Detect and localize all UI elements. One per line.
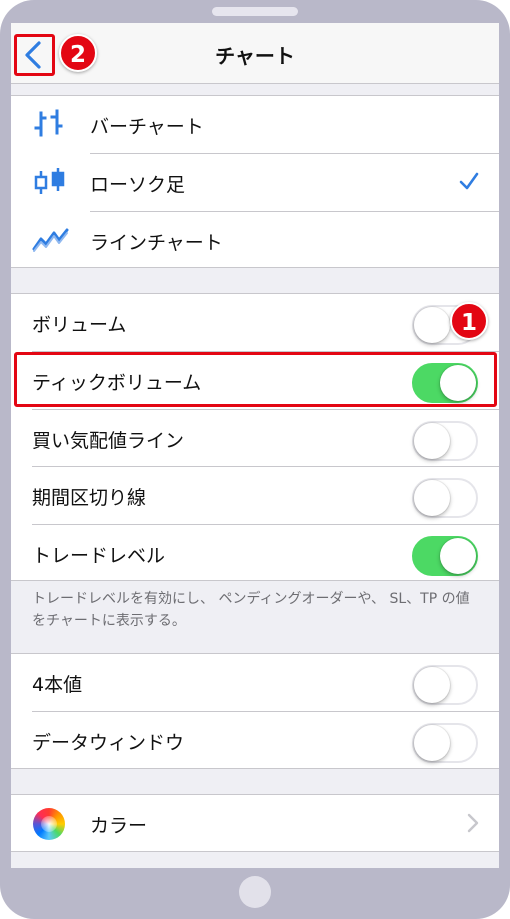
option-label: 期間区切り線 [32,487,147,509]
annotation-badge-1: 1 [450,302,488,340]
chart-type-item-bar[interactable]: バーチャート [11,96,499,153]
color-section: カラー [11,794,499,852]
color-label: カラー [90,815,148,837]
option-label: 買い気配値ライン [32,430,185,452]
data-window-toggle[interactable] [412,723,478,763]
option-row-period-separators[interactable]: 期間区切り線 [11,467,499,524]
ohlc-toggle[interactable] [412,665,478,705]
chart-type-label: バーチャート [90,116,204,138]
trade-levels-footnote: トレードレベルを有効にし、 ペンディングオーダーや、 SL、TP の値をチャート… [32,591,470,629]
phone-frame: チャート バーチャート ローソク足 ラインチャート ボリューム ティックボリュー… [0,0,510,919]
bid-line-toggle[interactable] [412,421,478,461]
chart-type-label: ローソク足 [90,174,186,196]
option-label: ボリューム [32,314,127,336]
chevron-right-icon [467,813,479,833]
chart-type-item-line[interactable]: ラインチャート [11,212,499,269]
speaker-grille [212,7,298,16]
extra-options-section: 4本値 データウィンドウ [11,653,499,769]
option-row-trade-levels[interactable]: トレードレベル [11,525,499,582]
chart-type-label: ラインチャート [90,232,223,254]
screen: チャート バーチャート ローソク足 ラインチャート ボリューム ティックボリュー… [11,23,499,868]
toggle-knob [414,667,450,703]
trade-levels-toggle[interactable] [412,536,478,576]
option-row-volume[interactable]: ボリューム [11,294,499,351]
annotation-badge-2: 2 [59,34,97,72]
option-row-data-window[interactable]: データウィンドウ [11,712,499,769]
toggle-knob [414,423,450,459]
option-label: トレードレベル [32,545,166,567]
toggle-knob [440,538,476,574]
bar-chart-icon [31,109,71,139]
toggle-knob [414,480,450,516]
checkmark-icon [459,172,479,190]
color-row[interactable]: カラー [11,795,499,852]
display-options-section: ボリューム ティックボリューム 買い気配値ライン 期間区切り線 トレードレベル [11,293,499,581]
candlestick-icon [31,167,71,197]
chart-type-item-candlestick[interactable]: ローソク足 [11,154,499,211]
period-separators-toggle[interactable] [412,478,478,518]
toggle-knob [414,307,450,343]
color-wheel-icon [33,808,65,840]
chart-type-section: バーチャート ローソク足 ラインチャート [11,95,499,268]
option-label: 4本値 [32,674,83,696]
toggle-knob [414,725,450,761]
option-row-bid-line[interactable]: 買い気配値ライン [11,410,499,467]
line-chart-icon [31,225,71,255]
tick-volume-highlight-box [14,352,497,407]
home-button[interactable] [239,876,271,908]
option-row-ohlc[interactable]: 4本値 [11,654,499,711]
option-label: データウィンドウ [32,732,185,754]
